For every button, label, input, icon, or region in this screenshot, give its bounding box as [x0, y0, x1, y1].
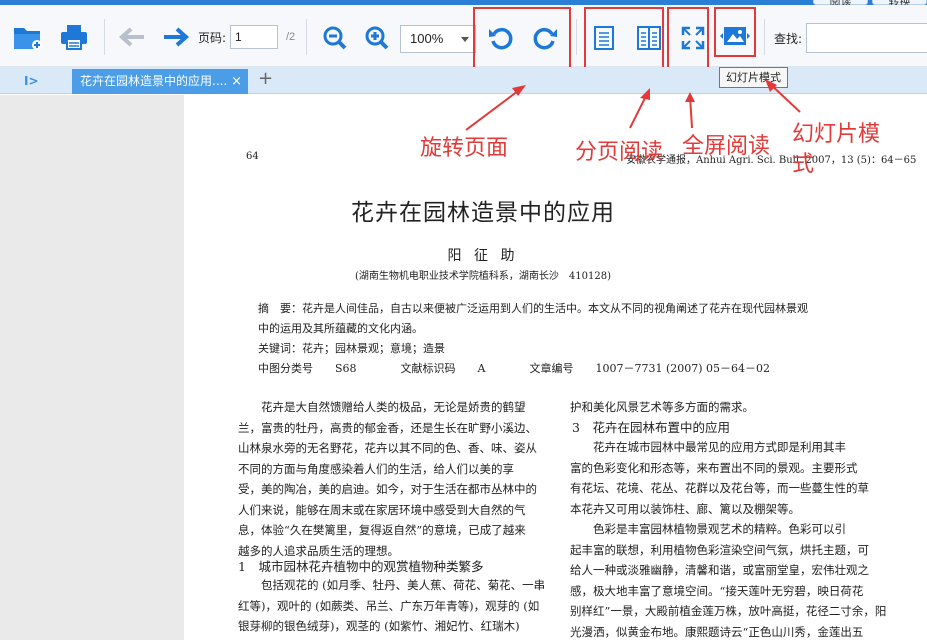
annotation-arrows [465, 79, 801, 131]
annotation-slideshow: 幻灯片模 [792, 122, 881, 147]
annotation-slideshow-line2: 式 [792, 152, 815, 177]
annotation-fullscreen: 全屏阅读 [682, 134, 771, 159]
annotation-rotate: 旋转页面 [420, 136, 509, 161]
annotation-pagination: 分页阅读 [575, 140, 664, 165]
